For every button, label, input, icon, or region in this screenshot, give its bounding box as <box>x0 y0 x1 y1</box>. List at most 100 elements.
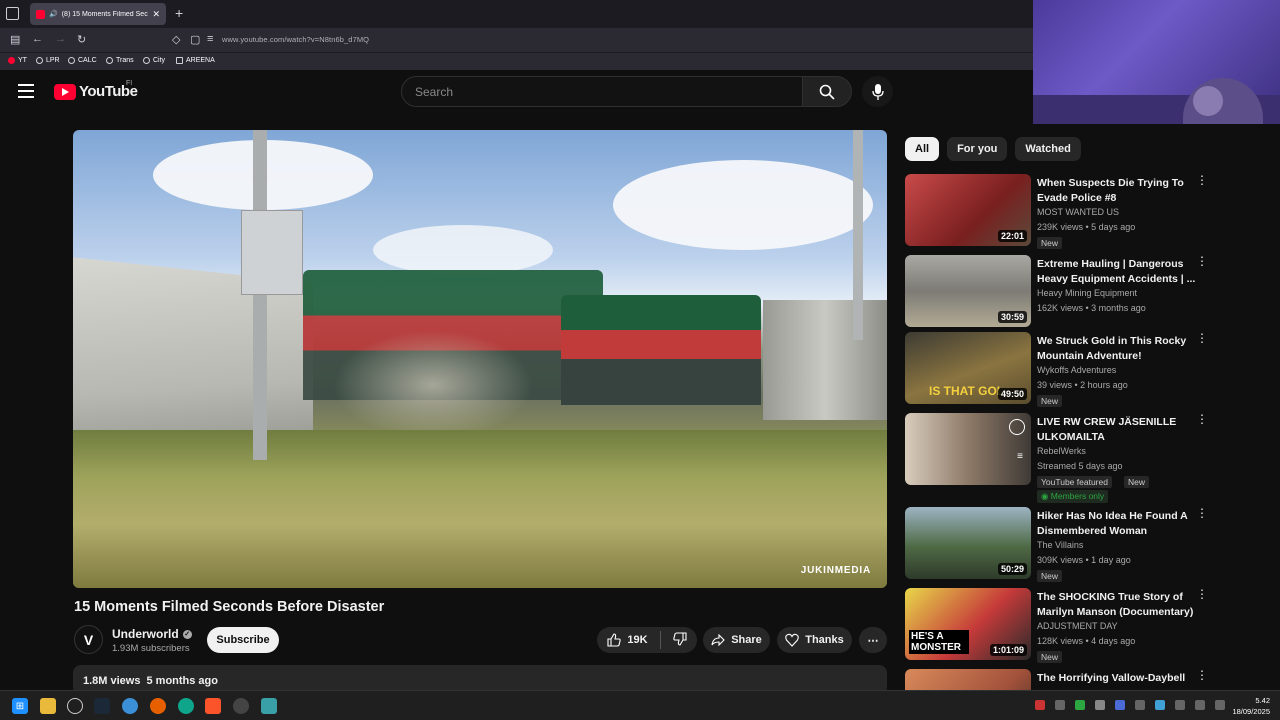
recommendation-channel[interactable]: Heavy Mining Equipment <box>1037 288 1137 298</box>
recommendation-title[interactable]: Extreme Hauling | Dangerous Heavy Equipm… <box>1037 257 1197 287</box>
thanks-button[interactable]: Thanks <box>777 627 852 653</box>
video-thumbnail[interactable]: 50:29 <box>905 507 1031 579</box>
more-options-icon[interactable]: ⋮ <box>1196 669 1208 681</box>
globe-icon <box>68 57 75 64</box>
recommendation-item[interactable]: ≡ LIVE RW CREW JÄSENILLE ULKOMAILTA Rebe… <box>905 413 1215 503</box>
search-input[interactable]: Search <box>401 76 803 107</box>
chrome-icon[interactable] <box>67 698 83 714</box>
recommendation-item[interactable]: HE'S A MONSTER 1:01:09 The SHOCKING True… <box>905 588 1215 666</box>
more-options-icon[interactable]: ⋮ <box>1196 588 1208 600</box>
subscribe-button[interactable]: Subscribe <box>207 627 279 653</box>
permissions-icon[interactable]: ≡ <box>207 33 213 45</box>
recommendation-channel[interactable]: ADJUSTMENT DAY <box>1037 621 1118 631</box>
video-player[interactable]: JUKINMEDIA <box>73 130 887 588</box>
forward-icon[interactable]: → <box>55 33 66 45</box>
reload-icon[interactable]: ↻ <box>77 33 86 46</box>
tray-app-icon[interactable] <box>1155 700 1165 710</box>
menu-icon[interactable] <box>18 84 34 102</box>
video-thumbnail[interactable]: ≡ <box>905 413 1031 485</box>
recommendation-item[interactable]: 22:01 When Suspects Die Trying To Evade … <box>905 174 1215 252</box>
edge-icon[interactable] <box>178 698 194 714</box>
network-icon[interactable] <box>1175 700 1185 710</box>
recommendation-item[interactable]: The Horrifying Vallow-Daybell ⋮ <box>905 669 1215 690</box>
shield-icon[interactable]: ◇ <box>172 33 180 46</box>
video-thumbnail[interactable] <box>905 669 1031 690</box>
video-thumbnail[interactable]: IS THAT GOL 49:50 <box>905 332 1031 404</box>
firefox-icon[interactable] <box>150 698 166 714</box>
like-button[interactable]: 19K <box>607 633 648 647</box>
bookmark-yt[interactable]: YT <box>8 57 27 64</box>
bookmark-calc[interactable]: CALC <box>68 57 97 64</box>
share-button[interactable]: Share <box>703 627 770 653</box>
channel-name[interactable]: Underworld ✓ <box>112 627 192 641</box>
speaker-icon[interactable]: 🔊 <box>49 10 58 18</box>
tray-app-icon[interactable] <box>1135 700 1145 710</box>
watch-later-icon[interactable] <box>1009 419 1025 435</box>
chip-for-you[interactable]: For you <box>947 137 1008 161</box>
tray-steam-icon[interactable] <box>1095 700 1105 710</box>
video-thumbnail[interactable]: 30:59 <box>905 255 1031 327</box>
channel-avatar[interactable]: V <box>74 625 103 654</box>
recommendation-channel[interactable]: The Villains <box>1037 540 1083 550</box>
recommendation-title[interactable]: When Suspects Die Trying To Evade Police… <box>1037 176 1197 206</box>
sidebar-toggle-icon[interactable]: ▤ <box>10 33 20 46</box>
upload-date: 5 months ago <box>146 675 218 687</box>
recommendation-title[interactable]: LIVE RW CREW JÄSENILLE ULKOMAILTA <box>1037 415 1197 445</box>
recommendation-item[interactable]: 50:29 Hiker Has No Idea He Found A Disme… <box>905 507 1215 585</box>
voice-search-button[interactable] <box>862 76 893 107</box>
tray-app-icon[interactable] <box>1075 700 1085 710</box>
lock-icon[interactable]: ▢ <box>190 33 200 46</box>
recommendation-title[interactable]: Hiker Has No Idea He Found A Dismembered… <box>1037 509 1197 539</box>
tab-list-icon[interactable] <box>6 7 19 20</box>
more-options-icon[interactable]: ⋮ <box>1196 413 1208 425</box>
back-icon[interactable]: ← <box>32 33 43 45</box>
recommendation-channel[interactable]: Wykoffs Adventures <box>1037 365 1116 375</box>
notepad-icon[interactable] <box>261 698 277 714</box>
volume-icon[interactable] <box>1195 700 1205 710</box>
chip-watched[interactable]: Watched <box>1015 137 1081 161</box>
bookmark-lpr[interactable]: LPR <box>36 57 60 64</box>
recommendation-title[interactable]: The Horrifying Vallow-Daybell <box>1037 671 1197 686</box>
chip-all[interactable]: All <box>905 137 940 161</box>
windows-start-icon[interactable]: ⊞ <box>12 698 28 714</box>
recommendation-channel[interactable]: MOST WANTED US <box>1037 207 1119 217</box>
more-options-icon[interactable]: ⋮ <box>1196 174 1208 186</box>
youtube-logo[interactable]: YouTube FI <box>54 80 138 100</box>
filter-chips: All For you Watched <box>905 137 1081 161</box>
new-badge: New <box>1037 651 1063 663</box>
tray-app-icon[interactable] <box>1115 700 1125 710</box>
search-button[interactable] <box>802 76 852 107</box>
steam-icon[interactable] <box>94 698 110 714</box>
bookmark-trans[interactable]: Trans <box>106 57 134 64</box>
brave-icon[interactable] <box>205 698 221 714</box>
video-thumbnail[interactable]: HE'S A MONSTER 1:01:09 <box>905 588 1031 660</box>
webcam-overlay <box>1033 0 1280 124</box>
battery-icon[interactable] <box>1215 700 1225 710</box>
more-options-icon[interactable]: ⋮ <box>1196 255 1208 267</box>
file-explorer-icon[interactable] <box>40 698 56 714</box>
bookmark-city[interactable]: City <box>143 57 165 64</box>
recommendation-title[interactable]: The SHOCKING True Story of Marilyn Manso… <box>1037 590 1197 620</box>
add-to-queue-icon[interactable]: ≡ <box>1017 451 1023 462</box>
more-options-icon[interactable]: ⋮ <box>1196 507 1208 519</box>
tray-app-icon[interactable] <box>1035 700 1045 710</box>
recommendation-title[interactable]: We Struck Gold in This Rocky Mountain Ad… <box>1037 334 1197 364</box>
more-options-icon[interactable]: ⋮ <box>1196 332 1208 344</box>
new-badge: New <box>1037 570 1063 582</box>
youtube-icon <box>8 57 15 64</box>
recommendation-item[interactable]: 30:59 Extreme Hauling | Dangerous Heavy … <box>905 255 1215 333</box>
recommendation-item[interactable]: IS THAT GOL 49:50 We Struck Gold in This… <box>905 332 1215 410</box>
bookmark-areena[interactable]: AREENA <box>176 57 215 64</box>
video-thumbnail[interactable]: 22:01 <box>905 174 1031 246</box>
app-icon[interactable] <box>122 698 138 714</box>
recommendation-channel[interactable]: RebelWerks <box>1037 446 1086 456</box>
more-actions-icon[interactable]: ⋯ <box>859 627 887 653</box>
dislike-button[interactable] <box>672 631 687 649</box>
tray-shield-icon[interactable] <box>1055 700 1065 710</box>
close-tab-icon[interactable]: ✕ <box>152 9 160 20</box>
browser-tab-youtube[interactable]: 🔊 (8) 15 Moments Filmed Sec ✕ <box>30 3 166 25</box>
system-clock[interactable]: 5.42 18/09/2025 <box>1232 695 1270 717</box>
url-bar[interactable]: www.youtube.com/watch?v=N8tn6b_d7MQ <box>222 35 369 44</box>
settings-gear-icon[interactable] <box>233 698 249 714</box>
new-tab-icon[interactable]: + <box>175 5 183 21</box>
